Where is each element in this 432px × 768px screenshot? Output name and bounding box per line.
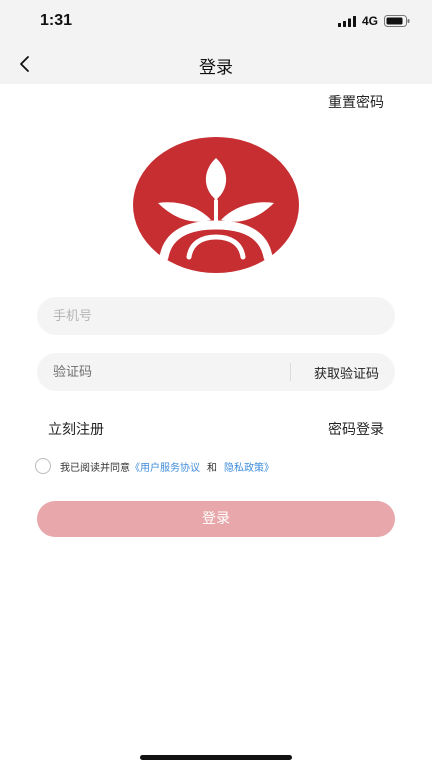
home-indicator xyxy=(140,755,292,760)
status-indicators: 4G xyxy=(337,14,410,28)
agreement-and: 和 xyxy=(207,462,217,474)
network-type: 4G xyxy=(361,14,378,28)
user-agreement-link[interactable]: 《用户服务协议 xyxy=(130,459,200,474)
login-button[interactable]: 登录 xyxy=(37,501,395,537)
verification-code-input[interactable] xyxy=(53,353,283,391)
phone-field xyxy=(37,297,395,335)
code-field: 获取验证码 xyxy=(37,353,395,391)
reset-password-link[interactable]: 重置密码 xyxy=(328,92,384,112)
privacy-policy-link[interactable]: 隐私政策》 xyxy=(224,459,274,474)
get-code-button[interactable]: 获取验证码 xyxy=(314,363,379,382)
agreement-checkbox[interactable] xyxy=(35,458,51,474)
agreement-prefix: 我已阅读并同意 xyxy=(60,462,130,474)
code-divider xyxy=(290,363,291,381)
leaf-logo-icon xyxy=(133,137,299,273)
status-time: 1:31 xyxy=(40,12,73,29)
signal-icon xyxy=(337,15,356,27)
nav-bar: 登录 xyxy=(0,44,432,84)
status-bar: 1:31 4G xyxy=(0,0,432,44)
phone-input[interactable] xyxy=(53,297,283,335)
register-link[interactable]: 立刻注册 xyxy=(48,419,104,439)
battery-icon xyxy=(384,15,410,27)
agreement-row: 我已阅读并同意 《用户服务协议 和 隐私政策》 xyxy=(35,456,274,476)
page-title: 登录 xyxy=(199,58,233,78)
password-login-link[interactable]: 密码登录 xyxy=(328,419,384,439)
